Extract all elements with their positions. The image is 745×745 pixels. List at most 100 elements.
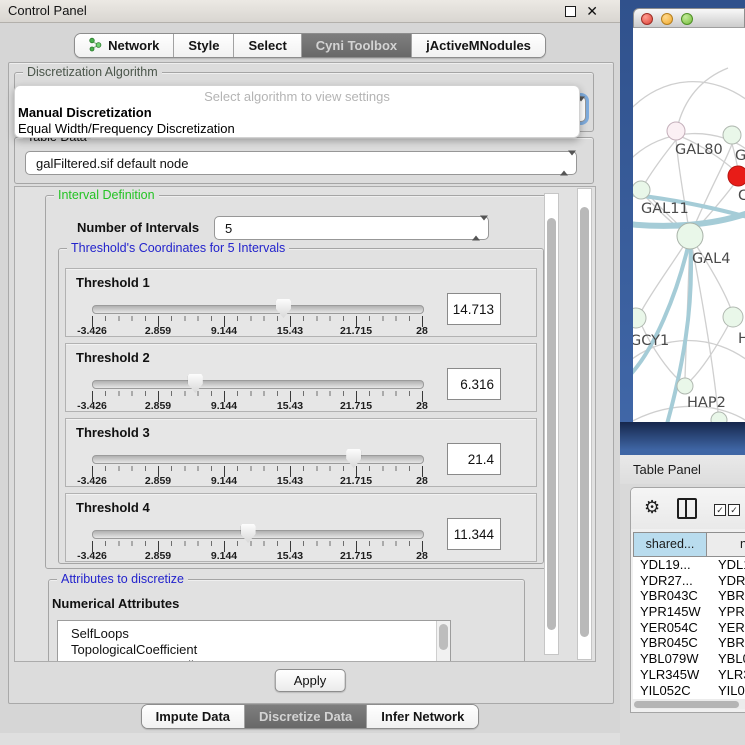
threshold-2-value-field[interactable]: 6.316	[447, 368, 501, 400]
table-rows: YDL19...YDL19 YDR27...YDR27 YBR043CYBR04…	[633, 557, 745, 699]
threshold-1-label: Threshold 1	[76, 275, 150, 290]
node-gal4[interactable]	[677, 223, 703, 249]
apply-button[interactable]: Apply	[275, 669, 346, 692]
threshold-2-box: Threshold 2 -3.426 2.859 9.144 15.43 21.…	[65, 343, 537, 412]
network-window-titlebar[interactable]	[633, 8, 745, 28]
tab-cyni-toolbox[interactable]: Cyni Toolbox	[301, 34, 411, 57]
interval-definition-title: Interval Definition	[54, 188, 159, 202]
inner-scrollbar[interactable]	[544, 193, 559, 655]
close-traffic-light[interactable]	[641, 13, 653, 25]
table-data-combobox[interactable]: galFiltered.sif default node	[25, 151, 577, 175]
outer-scrollbar[interactable]	[577, 188, 592, 660]
threshold-4-slider[interactable]	[92, 530, 424, 539]
tab-infer-network[interactable]: Infer Network	[366, 705, 478, 728]
table-row[interactable]: YDL19...YDL19	[633, 557, 745, 573]
discretization-algorithm-group-title: Discretization Algorithm	[23, 65, 162, 79]
checkbox-icon[interactable]: ✓	[714, 504, 726, 516]
close-icon[interactable]: ✕	[586, 0, 598, 22]
table-row[interactable]: YIL052CYIL05	[633, 683, 745, 699]
list-scrollbar[interactable]	[436, 621, 450, 662]
node-gal11[interactable]	[633, 181, 650, 199]
checkbox-icon[interactable]: ✓	[728, 504, 740, 516]
table-panel-title: Table Panel	[633, 462, 701, 477]
algorithm-dropdown-popup: Select algorithm to view settings Manual…	[14, 85, 580, 138]
list-item[interactable]: BetweennessCentrality	[58, 658, 450, 662]
node-gcy1[interactable]	[633, 308, 646, 328]
slider-tick-labels: -3.426 2.859 9.144 15.43 21.715 28	[92, 546, 422, 559]
combo-spinner-icon	[472, 221, 481, 236]
threshold-3-slider[interactable]	[92, 455, 424, 464]
tab-impute-data[interactable]: Impute Data	[142, 705, 244, 728]
tab-network[interactable]: Network	[75, 34, 173, 57]
tab-jactivemnodules[interactable]: jActiveMNodules	[411, 34, 545, 57]
tab-style[interactable]: Style	[173, 34, 233, 57]
outer-scrollbar-thumb[interactable]	[580, 207, 589, 637]
number-of-intervals-combobox[interactable]: 5	[214, 216, 489, 240]
node-partial-low-right[interactable]	[723, 307, 743, 327]
float-window-icon[interactable]	[565, 6, 576, 17]
node-label-gal4: GAL4	[692, 251, 730, 267]
numerical-attributes-list: SelfLoops TopologicalCoefficient Between…	[57, 620, 451, 662]
bottom-tabbar: Impute Data Discretize Data Infer Networ…	[0, 704, 620, 729]
list-scrollbar-thumb[interactable]	[439, 624, 448, 650]
window-shadow	[620, 422, 745, 455]
node-bottom-cut[interactable]	[711, 412, 727, 422]
column-header-name[interactable]: na	[707, 532, 745, 557]
tab-network-label: Network	[108, 38, 159, 53]
threshold-2-slider[interactable]	[92, 380, 424, 389]
list-item[interactable]: SelfLoops	[58, 626, 450, 642]
control-panel-titlebar: Control Panel ✕	[0, 0, 620, 23]
table-row[interactable]: YLR345WYLR34	[633, 667, 745, 683]
numerical-attributes-heading: Numerical Attributes	[52, 596, 179, 611]
minimize-traffic-light[interactable]	[661, 13, 673, 25]
zoom-traffic-light[interactable]	[681, 13, 693, 25]
top-tabbar: Network Style Select Cyni Toolbox jActiv…	[0, 33, 620, 58]
network-view[interactable]: GAL80 GA C GAL11 GAL4 GCY1 H HAP2	[633, 28, 745, 422]
tab-discretize-data[interactable]: Discretize Data	[244, 705, 366, 728]
bottom-strip	[0, 733, 620, 745]
threshold-4-label: Threshold 4	[76, 500, 150, 515]
node-gal80[interactable]	[667, 122, 685, 140]
column-header-shared-name[interactable]: shared...	[633, 532, 707, 557]
table-row[interactable]: YER054CYER05	[633, 620, 745, 636]
interval-definition-group: Interval Definition Number of Intervals …	[45, 195, 550, 569]
table-row[interactable]: YBL079WYBL07	[633, 651, 745, 667]
table-panel-titlebar: Table Panel	[620, 455, 745, 485]
node-label-hap2: HAP2	[687, 395, 726, 411]
app-root: Control Panel ✕ Network Style Select	[0, 0, 745, 745]
table-header-row: shared... na	[633, 532, 745, 557]
number-of-intervals-label: Number of Intervals	[77, 216, 199, 240]
threshold-4-value-field[interactable]: 11.344	[447, 518, 501, 550]
node-label-gal80: GAL80	[675, 142, 723, 158]
node-partial-top-right[interactable]	[723, 126, 741, 144]
list-item[interactable]: TopologicalCoefficient	[58, 642, 450, 658]
node-hap2[interactable]	[677, 378, 693, 394]
node-label-partial-ga: GA	[735, 148, 745, 164]
threshold-1-slider[interactable]	[92, 305, 424, 314]
table-row[interactable]: YBR043CYBR04	[633, 588, 745, 604]
table-horizontal-scrollbar[interactable]	[632, 699, 745, 709]
node-label-gal11: GAL11	[641, 201, 689, 217]
threshold-3-value-field[interactable]: 21.4	[447, 443, 501, 475]
table-row[interactable]: YPR145WYPR14	[633, 604, 745, 620]
threshold-1-box: Threshold 1 -3.426 2.859 9.144 15.43 21.…	[65, 268, 537, 337]
dropdown-option-equal-width[interactable]: Equal Width/Frequency Discretization	[18, 121, 235, 136]
combo-spinner-icon	[560, 156, 569, 171]
table-row[interactable]: YBR045CYBR04	[633, 635, 745, 651]
network-icon	[89, 37, 102, 55]
attributes-group-title: Attributes to discretize	[57, 572, 188, 586]
columns-icon[interactable]	[677, 498, 697, 519]
tab-select[interactable]: Select	[233, 34, 300, 57]
attributes-group: Attributes to discretize Numerical Attri…	[48, 579, 525, 662]
threshold-1-value-field[interactable]: 14.713	[447, 293, 501, 325]
table-horizontal-scrollbar-thumb[interactable]	[634, 701, 739, 708]
table-row[interactable]: YDR27...YDR27	[633, 573, 745, 589]
inner-scrollbar-thumb[interactable]	[547, 218, 556, 630]
dropdown-option-manual[interactable]: Manual Discretization	[18, 105, 152, 120]
gear-icon[interactable]: ⚙	[644, 497, 660, 517]
table-data-selected-value: galFiltered.sif default node	[36, 156, 188, 171]
threshold-3-box: Threshold 3 -3.426 2.859 9.144 15.43 21.…	[65, 418, 537, 487]
slider-tick-labels: -3.426 2.859 9.144 15.43 21.715 28	[92, 471, 422, 484]
threshold-3-label: Threshold 3	[76, 425, 150, 440]
node-selected-red[interactable]	[728, 166, 745, 186]
